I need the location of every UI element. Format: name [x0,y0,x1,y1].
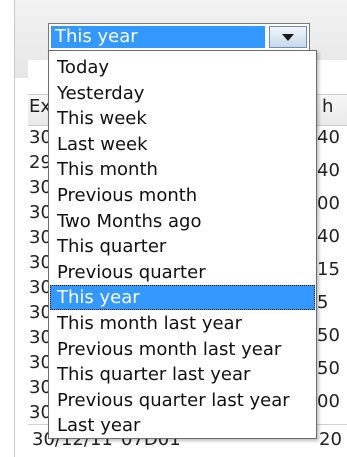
cell-fragment: 00 [317,193,340,214]
cell-fragment: 00 [317,391,340,412]
report-filter-window: Ex h 30 29 30 30 30 30 30 30 30 30 30 30 40 40 00 40 15… [0,0,347,457]
dropdown-option[interactable]: Previous quarter [50,260,315,285]
dropdown-option[interactable]: Two Months ago [50,209,315,234]
cell-fragment: 15 [317,259,340,280]
period-dropdown-list[interactable]: Today Yesterday This week Last week This mon… [48,50,317,439]
window-edge [14,0,15,457]
dropdown-option[interactable]: This quarter last year [50,362,315,387]
cell-fragment: 40 [317,226,340,247]
cell-fragment: 50 [317,325,340,346]
dropdown-option[interactable]: Previous month [50,183,315,208]
dropdown-option[interactable]: Yesterday [50,81,315,106]
chevron-down-icon [282,33,294,41]
cell-fragment: 5 [317,292,329,313]
row-value: 20 [319,429,342,450]
dropdown-option[interactable]: This week [50,106,315,131]
cell-fragment: 50 [317,358,340,379]
dropdown-option[interactable]: Previous month last year [50,337,315,362]
dropdown-option[interactable]: Last year [50,413,315,438]
column-header-right: h [322,96,334,117]
dropdown-option[interactable]: This month last year [50,311,315,336]
dropdown-option[interactable]: This year [50,285,315,311]
dropdown-option[interactable]: Previous quarter last year [50,388,315,413]
cell-fragment: 40 [317,160,340,181]
combo-selected-value[interactable]: This year [51,26,265,48]
dropdown-button[interactable] [269,26,307,48]
dropdown-option[interactable]: Last week [50,132,315,157]
period-combo-box[interactable]: This year [48,23,310,51]
dropdown-option[interactable]: Today [50,55,315,80]
dropdown-option[interactable]: This month [50,157,315,182]
cell-fragment: 40 [317,127,340,148]
dropdown-option[interactable]: This quarter [50,234,315,259]
